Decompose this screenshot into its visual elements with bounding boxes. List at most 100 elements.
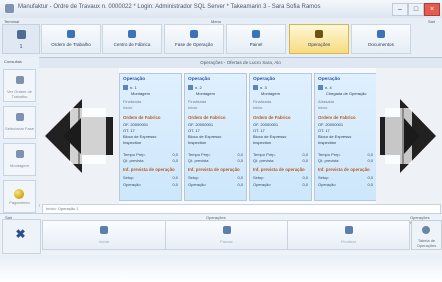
qty-planned-label: Qt. prevista [188,158,209,163]
toolbar-button-factory-center[interactable]: Centro de Fábrica [102,24,162,54]
toolbar-button-operations[interactable]: Operações [289,24,349,54]
time-prep-label: Tempo Prep. [123,152,146,157]
qty-planned-value: 0,0 [302,158,308,163]
qty-planned-label: Qt. prevista [318,158,339,163]
sidebar-item-assembly[interactable]: Montagem [3,143,36,176]
start-icon [100,226,108,234]
order-item: OT. 17 [253,128,265,133]
setup-metric-value: 0,0 [172,175,178,180]
terminal-button[interactable]: 1 [2,24,40,54]
operation-number-text: n. 2 [195,85,202,90]
order-item: Inspection [318,140,337,145]
terminal-icon [17,30,26,39]
operation-metric-label: Operação [188,182,206,187]
close-icon: × [429,6,435,13]
order-item: Inspection [253,140,272,145]
sidebar-item-view-work-order[interactable]: Ver Ordem de Trabalho [3,69,36,102]
operation-card-3[interactable]: Operação n. 3 Montagem Finalizada Inicio… [249,73,312,201]
sidebar-item-label: Pagamento [9,200,30,205]
maximize-icon: □ [413,6,419,13]
panel-icon [252,30,260,38]
operation-metric-value: 0,0 [367,182,373,187]
operation-status: Finalizada [188,99,207,104]
operations-info-text: Operações - Ofertas de Lucro Sara, Alo [200,60,281,65]
coin-icon [14,189,24,199]
toolbar-button-operation-phase[interactable]: Fase de Operação [164,24,224,54]
sidebar-item-label: Selecionar Fase [5,126,34,131]
toolbar-button-label: Painel [249,42,263,47]
order-item: Bloco de Expresso [123,134,157,139]
operation-phase-icon [190,30,198,38]
operation-name: Montagem [261,91,280,96]
pause-operation-label: Pausar [220,239,233,244]
exit-button[interactable]: ✖ [2,219,41,254]
order-item: Bloco de Expresso [188,134,222,139]
setup-metric-value: 0,0 [302,175,308,180]
time-prep-label: Tempo Prep. [188,152,211,157]
order-section-title: Ordem de Fabrico [253,115,291,120]
operation-number: n. 1 [123,85,178,90]
order-item: Inspection [188,140,207,145]
close-button[interactable]: × [424,3,440,16]
pause-operation-button[interactable]: Pausar [165,220,288,250]
planned-phase-label: Inf. prevista de operação [123,167,175,172]
order-section-title: Ordem de Fabrico [318,115,356,120]
operation-icon [123,85,128,90]
terminal-button-label: 1 [19,44,23,50]
time-prep-value: 0,0 [367,152,373,157]
start-operation-button[interactable]: Iniciar [42,220,166,250]
time-prep-value: 0,0 [237,152,243,157]
operation-name: Montagem [131,91,150,96]
operations-table-button[interactable]: Tabela de Operações [411,220,442,250]
sidebar-item-select-phase[interactable]: Selecionar Fase [3,106,36,139]
operation-icon [253,85,258,90]
order-item: Inspection [123,140,142,145]
toolbar-button-documents[interactable]: Documentos [351,24,411,54]
app-icon [5,4,14,13]
order-item: Bloco de Expresso [318,134,352,139]
sidebar-item-payment[interactable]: Pagamento [3,180,36,213]
operation-number: n. 4 [318,85,373,90]
qty-planned-value: 0,0 [237,158,243,163]
operation-card-1[interactable]: Operação n. 1 Montagem Finalizada Inicio… [119,73,182,201]
setup-metric-label: Setup [318,175,329,180]
minimize-icon: – [398,6,402,13]
documents-icon [377,30,385,38]
order-section-title: Ordem de Fabrico [123,115,161,120]
sidebar-item-label: Montagem [10,163,29,168]
operation-number: n. 3 [253,85,308,90]
operation-card-2[interactable]: Operação n. 2 Montagem Finalizada Inicio… [184,73,247,201]
operation-metric-label: Operação [123,182,141,187]
toolbar-button-work-order[interactable]: Ordem de Trabalho [41,24,101,54]
qty-planned-value: 0,0 [172,158,178,163]
close-icon: ✖ [15,227,26,241]
finish-operation-button[interactable]: Finalizar [287,220,410,250]
window-title: Manufaktur - Ordre de Travaux n. 0000022… [18,4,321,10]
finish-operation-label: Finalizar [340,239,357,244]
operation-card-title: Operação [253,77,276,82]
operation-card-4[interactable]: Operação n. 4 Chegada de Operação Atrasa… [314,73,377,201]
maximize-button[interactable]: □ [408,3,424,16]
finish-icon [344,226,353,234]
time-prep-label: Tempo Prep. [318,152,341,157]
operation-name: Montagem [196,91,215,96]
toolbar-button-label: Centro de Fábrica [113,42,151,47]
toolbar-button-panel[interactable]: Painel [226,24,286,54]
time-prep-value: 0,0 [172,152,178,157]
operation-icon [188,85,193,90]
top-ribbon: Terminal Menu Sair 1 Ordem de Trabalho C… [0,18,442,58]
select-phase-icon [16,113,24,121]
start-operation-label: Iniciar [98,239,110,244]
minimize-button[interactable]: – [392,3,408,16]
toolbar-button-label: Documentos [368,42,394,47]
work-order-icon [16,76,24,84]
previous-arrow-button[interactable] [39,68,119,204]
order-item: OF. 20000001 [253,122,279,127]
next-arrow-icon [376,68,442,204]
sidebar-item-label: Ver Ordem de Trabalho [7,89,32,99]
qty-planned-label: Qt. prevista [123,158,144,163]
next-arrow-button[interactable] [376,68,442,204]
time-prep-label: Tempo Prep. [253,152,276,157]
operation-status: Finalizada [253,99,272,104]
toolbar-button-label: Fase de Operação [174,42,214,47]
